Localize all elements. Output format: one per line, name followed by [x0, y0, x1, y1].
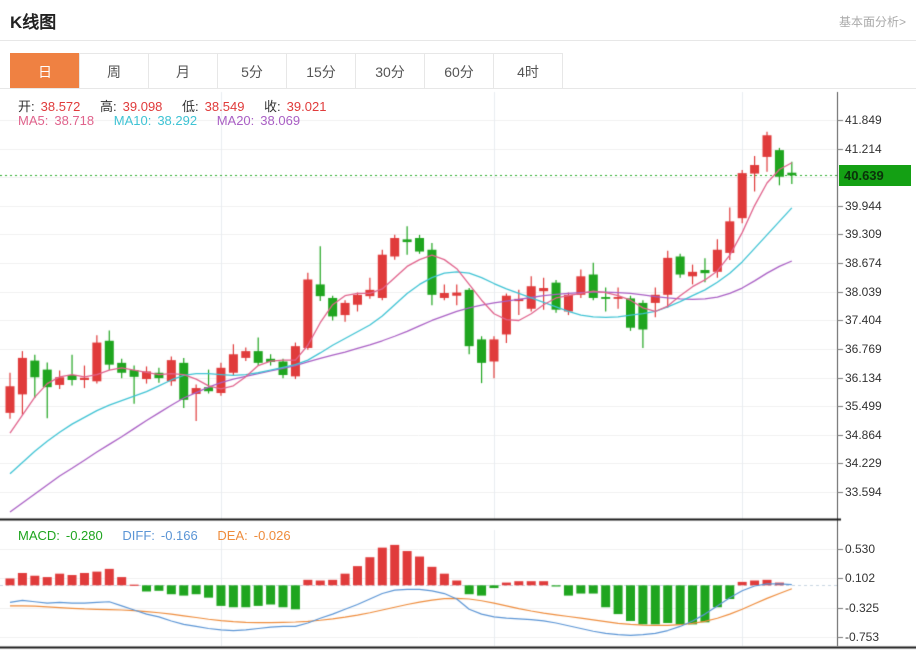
price-axis-label: 36.134: [845, 371, 882, 385]
price-axis-label: 39.309: [845, 227, 882, 241]
price-axis-label: 41.214: [845, 142, 882, 156]
dea-value: -0.026: [254, 528, 291, 543]
price-axis-label: 34.229: [845, 456, 882, 470]
ma20-label: MA20:: [217, 113, 255, 128]
open-value: 38.572: [41, 99, 81, 114]
macd-axis-label: 0.530: [845, 542, 875, 556]
diff-label: DIFF:: [122, 528, 155, 543]
high-label: 高:: [100, 99, 117, 114]
ma-legend: MA5: 38.718 MA10: 38.292 MA20: 38.069: [18, 113, 306, 128]
page-title: K线图: [10, 8, 56, 33]
close-value: 39.021: [287, 99, 327, 114]
tab-week[interactable]: 周: [79, 53, 149, 89]
ma10-value: 38.292: [157, 113, 197, 128]
price-axis-label: 38.039: [845, 285, 882, 299]
price-axis-label: 35.499: [845, 399, 882, 413]
tab-bar-underline: [0, 88, 916, 89]
price-axis-label: 36.769: [845, 342, 882, 356]
tab-4hour[interactable]: 4时: [493, 53, 563, 89]
price-axis-label: 33.594: [845, 485, 882, 499]
period-tab-bar: 日周月5分15分30分60分4时: [10, 53, 563, 89]
open-label: 开:: [18, 99, 35, 114]
header-divider: [0, 40, 916, 41]
current-price-tag: 40.639: [839, 165, 911, 186]
fundamental-analysis-link[interactable]: 基本面分析>: [839, 13, 906, 30]
low-value: 38.549: [205, 99, 245, 114]
dea-label: DEA:: [217, 528, 247, 543]
macd-label: MACD:: [18, 528, 60, 543]
price-axis-label: 39.944: [845, 199, 882, 213]
tab-30min[interactable]: 30分: [355, 53, 425, 89]
tab-60min[interactable]: 60分: [424, 53, 494, 89]
high-value: 39.098: [123, 99, 163, 114]
macd-axis-label: -0.325: [845, 601, 879, 615]
price-axis-label: 41.849: [845, 113, 882, 127]
price-axis-label: 37.404: [845, 313, 882, 327]
tab-15min[interactable]: 15分: [286, 53, 356, 89]
price-axis-label: 34.864: [845, 428, 882, 442]
price-axis-label: 38.674: [845, 256, 882, 270]
ma5-value: 38.718: [54, 113, 94, 128]
tab-month[interactable]: 月: [148, 53, 218, 89]
tab-5min[interactable]: 5分: [217, 53, 287, 89]
ma5-label: MA5:: [18, 113, 48, 128]
diff-value: -0.166: [161, 528, 198, 543]
macd-legend: MACD: -0.280 DIFF: -0.166 DEA: -0.026: [18, 528, 297, 543]
low-label: 低:: [182, 99, 199, 114]
tab-day[interactable]: 日: [10, 53, 80, 89]
macd-axis-label: -0.753: [845, 630, 879, 644]
macd-axis-label: 0.102: [845, 571, 875, 585]
ma10-label: MA10:: [114, 113, 152, 128]
macd-value: -0.280: [66, 528, 103, 543]
ma20-value: 38.069: [260, 113, 300, 128]
close-label: 收:: [264, 99, 281, 114]
